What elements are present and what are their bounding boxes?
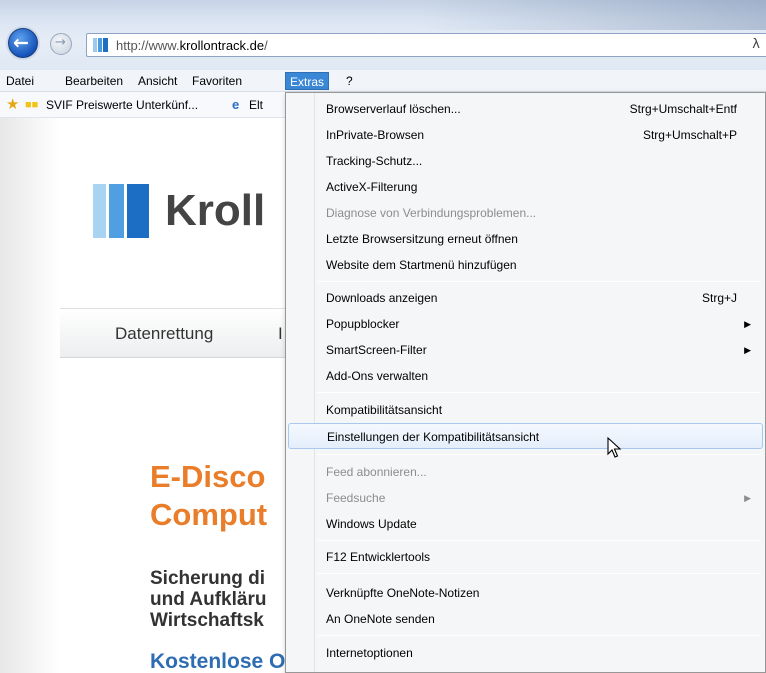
favorite-link-elt[interactable]: Elt: [249, 96, 263, 114]
menu-item-reopen-session[interactable]: Letzte Browsersitzung erneut öffnen: [288, 226, 763, 252]
menu-item-compat-settings[interactable]: Einstellungen der Kompatibilitätsansicht: [288, 423, 763, 449]
menu-item-label: Diagnose von Verbindungsproblemen...: [326, 206, 537, 220]
title-glow: [420, 0, 766, 30]
menu-item-label: Verknüpfte OneNote-Notizen: [326, 586, 480, 600]
menu-item-label: Kompatibilitätsansicht: [326, 403, 443, 417]
menu-item-onenote-linked[interactable]: Verknüpfte OneNote-Notizen: [288, 580, 763, 606]
menu-item-popup-blocker[interactable]: Popupblocker ▶: [288, 311, 763, 337]
submenu-arrow-icon: ▶: [744, 319, 751, 329]
menu-separator: [317, 635, 761, 636]
menu-datei[interactable]: Datei: [2, 72, 38, 90]
forward-arrow-icon: →: [55, 35, 66, 50]
menu-item-shortcut: Strg+Umschalt+Entf: [629, 102, 737, 116]
ie-page-icon: e: [232, 97, 240, 112]
menu-item-label: Tracking-Schutz...: [326, 154, 423, 168]
url-suffix: /: [264, 38, 268, 53]
menu-item-label: Popupblocker: [326, 317, 400, 331]
menu-item-label: Downloads anzeigen: [326, 291, 438, 305]
menu-bar: Datei Bearbeiten Ansicht Favoriten Extra…: [0, 70, 766, 92]
menu-item-label: Browserverlauf löschen...: [326, 102, 461, 116]
nav-link-partial[interactable]: I: [278, 324, 283, 344]
menu-item-label: Windows Update: [326, 517, 417, 531]
menu-item-inprivate[interactable]: InPrivate-Browsen Strg+Umschalt+P: [288, 122, 763, 148]
page-headline: E-Disco Comput: [150, 459, 268, 532]
page-subtext: Sicherung di und Aufkläru Wirtschaftsk: [150, 568, 267, 631]
menu-item-f12-devtools[interactable]: F12 Entwicklertools: [288, 544, 763, 570]
menu-item-send-to-onenote[interactable]: An OneNote senden: [288, 606, 763, 632]
menu-item-feed-search: Feedsuche ▶: [288, 485, 763, 511]
menu-item-label: An OneNote senden: [326, 612, 435, 626]
kroll-logo-icon: [93, 184, 151, 238]
menu-item-label: Internetoptionen: [326, 646, 413, 660]
url-prefix: http://www.: [116, 38, 180, 53]
menu-item-feed-subscribe: Feed abonnieren...: [288, 459, 763, 485]
menu-ansicht[interactable]: Ansicht: [134, 72, 181, 90]
menu-item-label: Einstellungen der Kompatibilitätsansicht: [327, 430, 540, 444]
menu-item-windows-update[interactable]: Windows Update: [288, 511, 763, 537]
menu-item-shortcut: Strg+Umschalt+P: [642, 128, 737, 142]
menu-item-addons[interactable]: Add-Ons verwalten: [288, 363, 763, 389]
nav-link-datenrettung[interactable]: Datenrettung: [115, 324, 213, 344]
address-bar-cutoff: λ: [752, 37, 760, 52]
menu-favoriten[interactable]: Favoriten: [188, 72, 246, 90]
menu-item-label: InPrivate-Browsen: [326, 128, 425, 142]
menu-separator: [317, 392, 761, 393]
swedish-flag-icon: ■■: [25, 99, 39, 111]
menu-item-compat-view[interactable]: Kompatibilitätsansicht: [288, 397, 763, 423]
url-text[interactable]: http://www.krollontrack.de/: [116, 38, 268, 53]
forward-button[interactable]: →: [50, 33, 72, 55]
menu-help[interactable]: ?: [342, 72, 357, 90]
site-favicon-icon: [93, 38, 109, 52]
menu-item-label: ActiveX-Filterung: [326, 180, 418, 194]
back-button[interactable]: ←: [8, 28, 38, 58]
menu-item-diagnose: Diagnose von Verbindungsproblemen...: [288, 200, 763, 226]
menu-item-internet-options[interactable]: Internetoptionen: [288, 640, 763, 666]
menu-item-delete-history[interactable]: Browserverlauf löschen... Strg+Umschalt+…: [288, 96, 763, 122]
menu-item-label: Website dem Startmenü hinzufügen: [326, 258, 517, 272]
menu-item-shortcut: Strg+J: [701, 291, 737, 305]
menu-extras[interactable]: Extras: [285, 72, 330, 90]
submenu-arrow-icon: ▶: [744, 493, 751, 503]
menu-item-label: SmartScreen-Filter: [326, 343, 427, 357]
menu-separator: [317, 454, 761, 455]
menu-item-smartscreen[interactable]: SmartScreen-Filter ▶: [288, 337, 763, 363]
address-bar[interactable]: http://www.krollontrack.de/ λ: [86, 33, 766, 57]
extras-dropdown-menu: Browserverlauf löschen... Strg+Umschalt+…: [285, 92, 766, 673]
favorite-link-svif[interactable]: SVIF Preiswerte Unterkünf...: [46, 96, 198, 114]
logo-text: Kroll: [165, 186, 266, 235]
submenu-arrow-icon: ▶: [744, 345, 751, 355]
page-side-shadow: [0, 118, 60, 673]
menu-item-label: Add-Ons verwalten: [326, 369, 429, 383]
menu-separator: [317, 281, 761, 282]
menu-item-activex-filtering[interactable]: ActiveX-Filterung: [288, 174, 763, 200]
back-arrow-icon: ←: [13, 32, 29, 54]
url-domain: krollontrack.de: [179, 38, 265, 53]
menu-separator: [317, 573, 761, 574]
browser-toolbar: ← → http://www.krollontrack.de/ λ: [0, 0, 766, 70]
menu-item-label: Feedsuche: [326, 491, 386, 505]
mouse-cursor-icon: [607, 437, 622, 458]
menu-item-label: Feed abonnieren...: [326, 465, 427, 479]
menu-item-downloads[interactable]: Downloads anzeigen Strg+J: [288, 285, 763, 311]
menu-separator: [317, 540, 761, 541]
menu-item-add-to-start[interactable]: Website dem Startmenü hinzufügen: [288, 252, 763, 278]
menu-item-tracking-protection[interactable]: Tracking-Schutz...: [288, 148, 763, 174]
menu-bearbeiten[interactable]: Bearbeiten: [61, 72, 127, 90]
menu-item-label: Letzte Browsersitzung erneut öffnen: [326, 232, 518, 246]
menu-item-label: F12 Entwicklertools: [326, 550, 431, 564]
favorites-star-icon[interactable]: ★: [6, 96, 19, 114]
